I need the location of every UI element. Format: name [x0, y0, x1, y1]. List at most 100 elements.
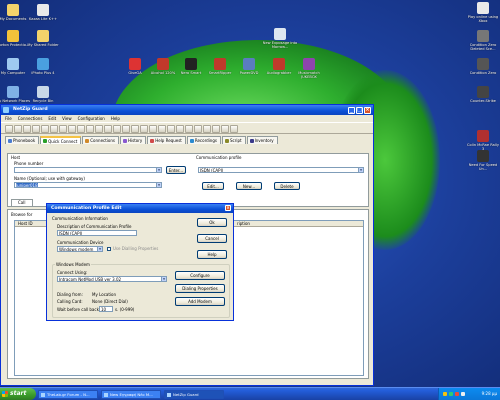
profile-select[interactable]: ISDN (CAPI) ▼ [198, 167, 364, 173]
tab-recordings[interactable]: Recordings [186, 136, 221, 144]
tray-icon[interactable] [455, 392, 459, 396]
taskbar-button-thelab-gr-forum-n[interactable]: TheLab.gr Forum - N... [38, 389, 98, 399]
dialing-properties-button[interactable]: Dialing Properties [175, 284, 225, 293]
tab-help-request[interactable]: Help Request [147, 136, 186, 144]
toolbar-button[interactable] [212, 125, 220, 133]
dialog-titlebar[interactable]: Communication Profile Edit × [47, 204, 233, 213]
host-id-column[interactable]: Host ID [18, 221, 33, 227]
chevron-down-icon[interactable]: ▼ [156, 168, 161, 172]
chevron-down-icon[interactable]: ▼ [156, 183, 161, 187]
toolbar-button[interactable] [230, 125, 238, 133]
toolbar-button[interactable] [176, 125, 184, 133]
tab-connections[interactable]: Connections [82, 136, 119, 144]
menu-item-configuration[interactable]: Configuration [78, 115, 105, 122]
menu-item-edit[interactable]: Edit [48, 115, 56, 122]
desktop-icon-my-shared-folder[interactable]: My Shared Folder [26, 30, 60, 47]
connect-using-select[interactable]: Intracom NetMod USB ver 3.02 ▼ [57, 276, 167, 282]
desktop-icon-condition-zero[interactable]: Condition Zero [466, 58, 500, 75]
taskbar-button-netzip-guard[interactable]: NetZip Guard [164, 389, 224, 399]
tray-icon[interactable] [449, 392, 453, 396]
desktop-icon-powerdvd[interactable]: PowerDVD [232, 58, 266, 75]
toolbar-button[interactable] [14, 125, 22, 133]
help-button[interactable]: Help [197, 250, 227, 259]
toolbar-button[interactable] [140, 125, 148, 133]
configure-button[interactable]: Configure [175, 271, 225, 280]
toolbar-button[interactable] [32, 125, 40, 133]
desktop-icon-recycle-bin[interactable]: Recycle Bin [26, 86, 60, 103]
delete-profile-button[interactable]: Delete [274, 182, 300, 190]
toolbar-button[interactable] [77, 125, 85, 133]
tab-label: Connections [90, 138, 115, 143]
toolbar-button[interactable] [158, 125, 166, 133]
description-column[interactable]: ription [237, 221, 250, 227]
window-titlebar[interactable]: NetZip Guard _ □ × [1, 105, 373, 115]
maximize-button[interactable]: □ [356, 106, 363, 114]
tab-inventory[interactable]: Inventory [246, 136, 278, 144]
toolbar-button[interactable] [167, 125, 175, 133]
toolbar-button[interactable] [95, 125, 103, 133]
toolbar-button[interactable] [131, 125, 139, 133]
toolbar-button[interactable] [203, 125, 211, 133]
tab-script[interactable]: Script [221, 136, 246, 144]
browse-label: Browse for [11, 212, 33, 217]
desktop-icon-kazaa-lite-k[interactable]: Kazaa Lite K++ [26, 4, 60, 21]
tray-icon[interactable] [461, 392, 465, 396]
toolbar-button[interactable] [185, 125, 193, 133]
desktop-icon-play-online-using-xbox[interactable]: Play online using Xbox [466, 2, 500, 23]
toolbar-button[interactable] [5, 125, 13, 133]
toolbar-button[interactable] [41, 125, 49, 133]
tab-phonebook[interactable]: Phonebook [5, 136, 40, 144]
desktop-icon-need-for-speed-un[interactable]: Need For Speed Un... [466, 150, 500, 171]
device-select[interactable]: Windows modem ▼ [57, 246, 103, 252]
desktop-icon-audiograbber[interactable]: Audiograbber [262, 58, 296, 75]
call-tab[interactable]: Call [11, 199, 33, 207]
enter-button[interactable]: Enter... [166, 166, 186, 174]
windows-flag-icon [2, 391, 8, 397]
clock[interactable]: 9:28 μμ [482, 391, 497, 396]
chevron-down-icon[interactable]: ▼ [161, 277, 166, 281]
toolbar-button[interactable] [104, 125, 112, 133]
desktop-icon-counter-strike[interactable]: Counter-Strike [466, 86, 500, 103]
dialing-properties-checkbox[interactable] [107, 247, 111, 251]
phone-number-input[interactable]: ▼ [14, 167, 162, 173]
toolbar-button[interactable] [221, 125, 229, 133]
toolbar-button[interactable] [113, 125, 121, 133]
cancel-button[interactable]: Cancel [197, 234, 227, 243]
chevron-down-icon[interactable]: ▼ [97, 247, 102, 251]
toolbar-button[interactable] [23, 125, 31, 133]
ok-button[interactable]: Ok [197, 218, 227, 227]
menu-item-help[interactable]: Help [111, 115, 120, 122]
toolbar-button[interactable] [149, 125, 157, 133]
toolbar-button[interactable] [194, 125, 202, 133]
edit-profile-button[interactable]: Edit... [202, 182, 224, 190]
menu-item-view[interactable]: View [62, 115, 72, 122]
name-input[interactable]: Juniper018 ▼ [14, 182, 162, 188]
toolbar-button[interactable] [59, 125, 67, 133]
desktop-icon-exposage[interactable]: New Exposage into Morrow... [258, 28, 302, 49]
start-button[interactable]: start [0, 388, 36, 400]
add-modem-button[interactable]: Add Modem [175, 297, 225, 306]
menu-item-file[interactable]: File [5, 115, 12, 122]
chevron-down-icon[interactable]: ▼ [358, 168, 363, 172]
tab-history[interactable]: History [119, 136, 147, 144]
profile-edit-dialog: Communication Profile Edit × Communicati… [46, 203, 234, 321]
wait-input[interactable]: 10 [99, 306, 113, 312]
desktop-icon-label: Kazaa Lite K++ [28, 17, 58, 21]
new-profile-button[interactable]: New... [236, 182, 262, 190]
toolbar-button[interactable] [86, 125, 94, 133]
dialog-close-button[interactable]: × [225, 205, 231, 211]
toolbar-button[interactable] [122, 125, 130, 133]
toolbar-button[interactable] [50, 125, 58, 133]
desktop-icon-colin-mcrae-rally-3[interactable]: Colin McRae Rally 3 [466, 130, 500, 151]
desktop-icon-iphoto-plus-4[interactable]: iPhoto Plus 4 [26, 58, 60, 75]
toolbar-button[interactable] [68, 125, 76, 133]
desktop-icon-musicmatch-jukebox[interactable]: Musicmatch JUKEBOX [292, 58, 326, 79]
profile-description-input[interactable]: ISDN (CAPI) [57, 230, 137, 236]
tray-icon[interactable] [443, 392, 447, 396]
taskbar-button-new[interactable]: New Εγγραφή Νέο Μ... [101, 389, 161, 399]
close-button[interactable]: × [364, 106, 371, 114]
menu-item-connections[interactable]: Connections [18, 115, 43, 122]
tab-quick-connect[interactable]: Quick Connect [40, 136, 82, 144]
desktop-icon-condition-zero-deleted-sce[interactable]: Condition Zero Deleted Sce... [466, 30, 500, 51]
minimize-button[interactable]: _ [348, 106, 355, 114]
